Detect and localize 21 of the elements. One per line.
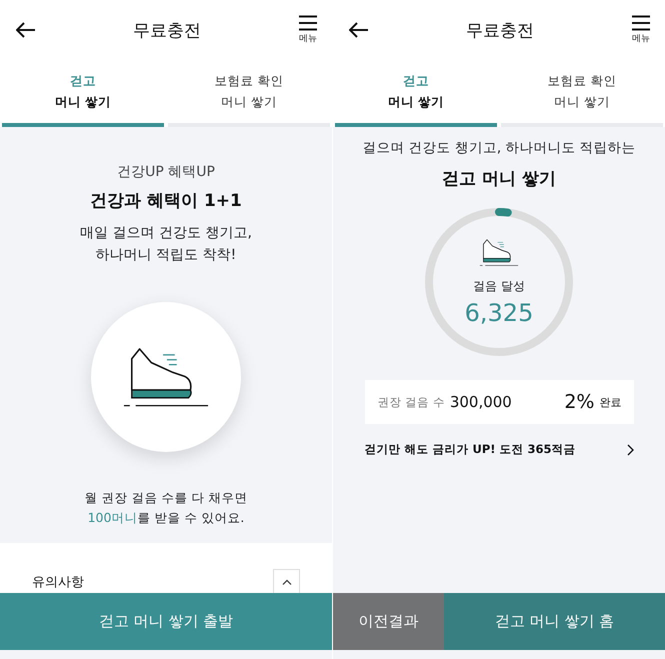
- completion-percent: 2%: [564, 391, 594, 413]
- home-button[interactable]: 걷고 머니 쌓기 홈: [444, 593, 665, 650]
- page-title: 무료충전: [133, 20, 201, 42]
- savings-link[interactable]: 걷기만 해도 금리가 UP! 도전 365적금: [364, 442, 634, 457]
- intro-text: 매일 걸으며 건강도 챙기고, 하나머니 적립도 착착!: [80, 224, 252, 265]
- subtitle: 걸으며 건강도 챙기고, 하나머니도 적립하는: [362, 139, 636, 157]
- notice-title: 유의사항: [32, 574, 84, 592]
- headline: 건강과 혜택이 1+1: [90, 190, 242, 212]
- steps-label: 걸음 달성: [473, 278, 525, 296]
- previous-results-button[interactable]: 이전결과: [333, 593, 444, 650]
- menu-button[interactable]: 메뉴: [298, 15, 318, 45]
- page-title: 무료충전: [466, 20, 534, 42]
- completion-label: 완료: [600, 394, 622, 410]
- goal-value: 300,000: [450, 393, 512, 411]
- step-count: 6,325: [464, 299, 534, 328]
- kicker-text: 건강UP 혜택UP: [117, 163, 215, 181]
- goal-label: 권장 걸음 수: [378, 394, 445, 410]
- start-button[interactable]: 걷고 머니 쌓기 출발: [0, 593, 332, 650]
- menu-button[interactable]: 메뉴: [631, 15, 651, 45]
- reward-note: 월 권장 걸음 수를 다 채우면 100머니 를 받을 수 있어요.: [84, 489, 248, 527]
- section-title: 걷고 머니 쌓기: [442, 168, 556, 190]
